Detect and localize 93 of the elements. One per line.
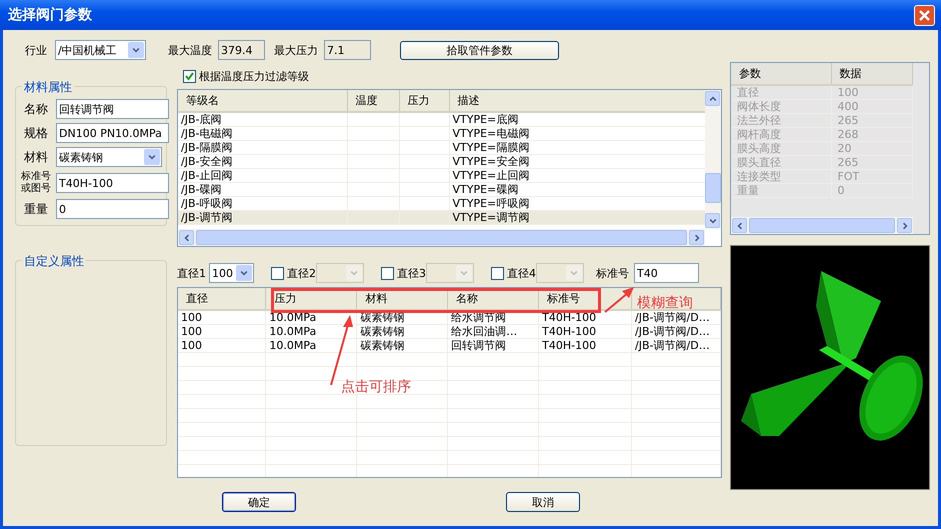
table-cell: /JB-电磁阀 xyxy=(178,126,347,140)
annotation-text: 模糊查询 xyxy=(637,294,693,312)
table-cell: 100 xyxy=(178,310,266,324)
table-cell: 法兰外径 xyxy=(731,114,831,128)
close-icon xyxy=(918,8,931,22)
close-button[interactable] xyxy=(914,4,935,26)
text-field[interactable]: 0 xyxy=(56,199,169,219)
table-cell: 碳素铸钢 xyxy=(356,310,448,324)
column-header[interactable]: 等级名 xyxy=(178,90,347,112)
material-dropdown[interactable]: 碳素铸钢 xyxy=(56,147,162,167)
field-label: 重量 xyxy=(23,203,49,215)
industry-label: 行业 xyxy=(25,42,47,58)
column-header[interactable]: 温度 xyxy=(347,90,399,112)
horizontal-scrollbar[interactable] xyxy=(178,229,705,246)
filter-checkbox[interactable] xyxy=(183,70,196,82)
field-label: 规格 xyxy=(23,127,49,139)
table-cell: 100 xyxy=(178,324,266,338)
column-header[interactable]: 描述 xyxy=(449,90,705,112)
table-cell: 阀体长度 xyxy=(731,100,831,114)
table-cell: /JB-调节阀 xyxy=(178,210,347,224)
field-label: 名称 xyxy=(23,103,49,115)
diameter-label: 直径4 xyxy=(507,266,536,280)
table-cell: 回转调节阀 xyxy=(448,338,539,352)
group-title: 材料属性 xyxy=(22,79,74,96)
table-cell: T40H-100 xyxy=(538,310,632,324)
column-header[interactable]: 压力 xyxy=(399,90,449,112)
table-cell: 膜头直径 xyxy=(731,156,831,170)
table-cell: 重量 xyxy=(731,184,831,198)
column-header[interactable]: 直径 xyxy=(178,288,266,310)
table-cell: FOT xyxy=(831,170,912,184)
table-cell: /JB-安全阀 xyxy=(178,154,347,168)
checkbox-label: 根据温度压力过滤等级 xyxy=(199,68,309,84)
cancel-button[interactable]: 取消 xyxy=(506,492,580,512)
table-cell: /JB-调节阀/D… xyxy=(632,310,720,324)
annotation-text: 点击可排序 xyxy=(341,378,411,396)
table-cell: /JB-调节阀/D… xyxy=(632,338,720,352)
ok-button[interactable]: 确定 xyxy=(222,492,296,512)
diameter-dropdown[interactable] xyxy=(426,263,474,283)
table-cell: 0 xyxy=(831,184,912,198)
standard-search-field[interactable]: T40 xyxy=(634,263,699,283)
table-cell: 膜头高度 xyxy=(731,142,831,156)
text-field[interactable]: 回转调节阀 xyxy=(56,99,169,119)
table-cell: 给水回油调… xyxy=(448,324,539,338)
table-cell: /JB-调节阀/D… xyxy=(632,324,720,338)
scrollbar-thumb[interactable] xyxy=(705,173,721,203)
table-cell: 直径 xyxy=(731,85,831,100)
table-cell: 100 xyxy=(831,85,912,100)
table-cell: /JB-碟阀 xyxy=(178,182,347,196)
table-cell: 400 xyxy=(831,100,912,114)
table-cell: T40H-100 xyxy=(538,324,632,338)
table-cell: /JB-止回阀 xyxy=(178,168,347,182)
table-cell: VTYPE=调节阀 xyxy=(449,210,705,224)
table-cell: 268 xyxy=(831,128,912,142)
diameter-checkbox[interactable] xyxy=(491,266,504,280)
table-cell: 阀杆高度 xyxy=(731,128,831,142)
diameter-checkbox[interactable] xyxy=(381,266,394,280)
max-pressure-label: 最大压力 xyxy=(274,42,318,58)
max-temperature-field[interactable]: 379.4 xyxy=(218,40,265,60)
grade-list[interactable]: 等级名 温度 压力 描述 /JB-底阀 VTYPE=底阀 /JB-电磁阀 VTYPE=电磁阀 /JB-隔膜阀 VTYPE=隔膜阀 /JB-安全阀 VTYPE=安全阀 /JB-止回阀 VTYPE=止回阀 /JB-碟阀 VTYPE=碟阀 /JB-呼吸阀 VTYPE=呼吸阀 /JB-调节阀 VTYPE=调节阀 xyxy=(177,89,722,247)
table-cell: 10.0MPa xyxy=(266,338,357,352)
field-label: 标准号或图号 xyxy=(20,171,52,195)
standard-label: 标准号 xyxy=(596,266,629,280)
annotation-arrow xyxy=(603,286,635,314)
text-field[interactable]: T40H-100 xyxy=(56,173,169,193)
table-cell: 20 xyxy=(831,142,912,156)
table-cell: 265 xyxy=(831,114,912,128)
table-cell: 100 xyxy=(178,338,266,352)
diameter-dropdown[interactable] xyxy=(536,263,584,283)
model-viewport[interactable] xyxy=(730,245,930,490)
diameter-label: 直径3 xyxy=(397,266,426,280)
text-field[interactable]: DN100 PN10.0MPa xyxy=(56,123,169,143)
diameter-label: 直径2 xyxy=(287,266,316,280)
table-cell: /JB-隔膜阀 xyxy=(178,140,347,154)
diameter-label: 直径1 xyxy=(177,266,206,280)
table-cell: /JB-底阀 xyxy=(178,112,347,126)
max-pressure-field[interactable]: 7.1 xyxy=(324,40,371,60)
scrollbar-thumb[interactable] xyxy=(196,230,687,245)
group-title: 自定义属性 xyxy=(22,253,86,270)
field-label: 材料 xyxy=(23,151,49,163)
max-temperature-label: 最大温度 xyxy=(168,42,212,58)
vertical-scrollbar[interactable] xyxy=(705,90,721,229)
checkmark-icon xyxy=(184,70,195,82)
table-cell: 碳素铸钢 xyxy=(356,324,448,338)
pick-parameters-button[interactable]: 拾取管件参数 xyxy=(400,40,559,60)
diameter-dropdown[interactable] xyxy=(316,263,364,283)
table-cell: T40H-100 xyxy=(538,338,632,352)
table-cell: 265 xyxy=(831,156,912,170)
table-cell: 连接类型 xyxy=(731,170,831,184)
diameter-dropdown[interactable]: 100 xyxy=(209,263,254,283)
table-cell: 碳素铸钢 xyxy=(356,338,448,352)
diameter-checkbox[interactable] xyxy=(271,266,284,280)
industry-dropdown[interactable]: /中国机械工 xyxy=(55,40,146,60)
window-title: 选择阀门参数 xyxy=(8,6,92,24)
